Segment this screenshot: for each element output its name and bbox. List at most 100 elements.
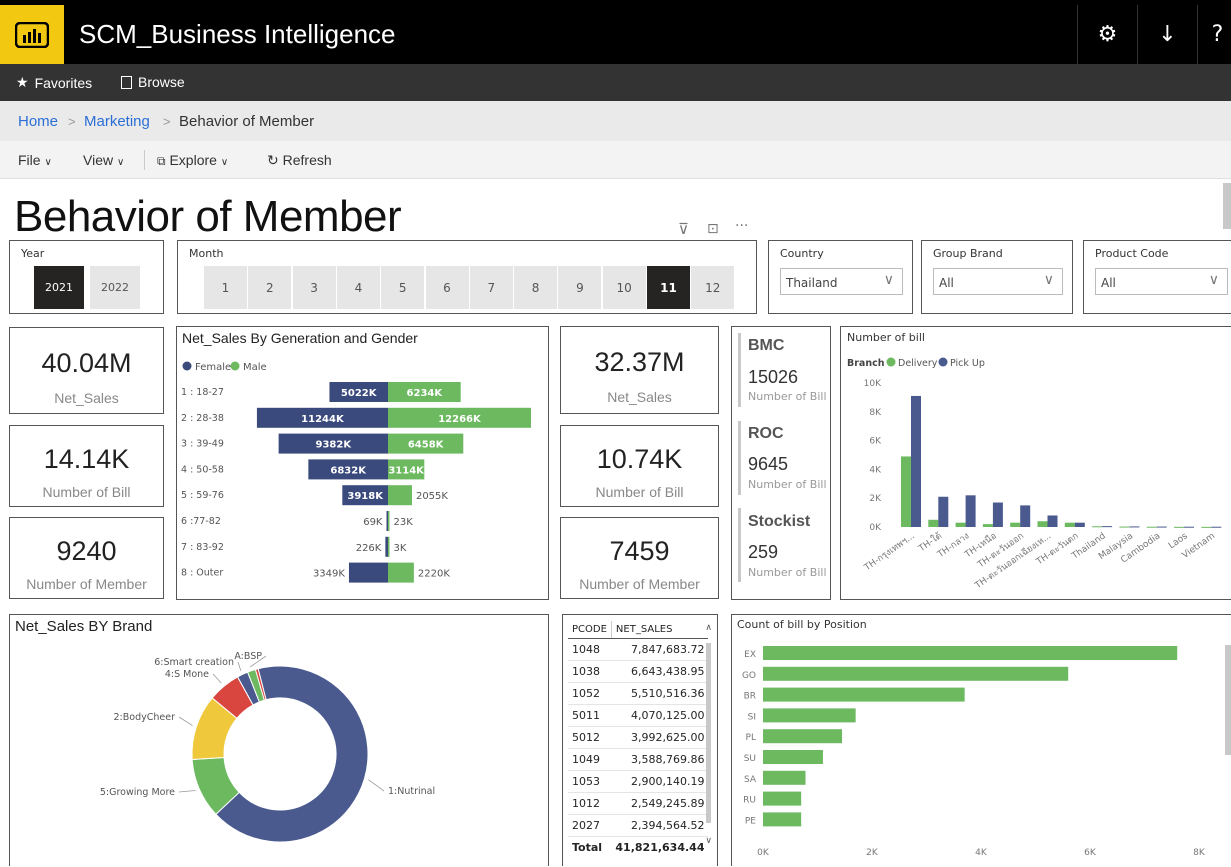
table-row[interactable]: 2027 2,394,564.52	[568, 814, 709, 837]
legend-female-label: Female	[195, 362, 231, 373]
breadcrumb-home[interactable]: Home	[18, 113, 58, 130]
table-row[interactable]: 1053 2,900,140.19	[568, 770, 709, 793]
slice-label: 6:Smart creation	[154, 657, 234, 668]
kpi-label: Number of Bill	[748, 478, 827, 491]
branch-kpi-card: BMC 15026 Number of Bill ROC 9645 Number…	[731, 326, 831, 600]
male-bar	[388, 536, 390, 557]
net-sales-cell: 7,847,683.72	[611, 638, 709, 661]
card-number-of-member: 9240 Number of Member	[9, 517, 164, 599]
month-option-7[interactable]: 7	[469, 266, 513, 309]
country-dropdown[interactable]: Thailand ∨	[780, 268, 903, 295]
month-option-3[interactable]: 3	[292, 266, 336, 309]
table-row[interactable]: 1052 5,510,516.36	[568, 682, 709, 705]
male-data-label: 6458K	[408, 440, 445, 451]
settings-gear-icon[interactable]: ⚙	[1077, 5, 1137, 64]
position-bar	[763, 729, 843, 744]
kpi-label: Number of Bill	[748, 566, 827, 579]
table-row[interactable]: 1049 3,588,769.86	[568, 748, 709, 771]
x-tick-label: 6K	[1084, 848, 1097, 858]
pickup-bar	[1129, 526, 1140, 528]
download-icon[interactable]: ↓	[1137, 5, 1197, 64]
female-bar	[386, 511, 388, 531]
category-label: 2 : 28-38	[181, 413, 224, 424]
month-option-1[interactable]: 1	[204, 266, 247, 309]
legend-male-label: Male	[243, 362, 267, 373]
table-row[interactable]: 5012 3,992,625.00	[568, 726, 709, 749]
legend-title: Branch	[847, 358, 885, 369]
card-value: 10.74K	[596, 444, 683, 474]
filter-icon[interactable]: ⊽	[678, 220, 689, 238]
table-row[interactable]: 5011 4,070,125.00	[568, 704, 709, 727]
table-row[interactable]: 1038 6,643,438.95	[568, 660, 709, 683]
group-brand-dropdown[interactable]: All ∨	[933, 268, 1063, 295]
delivery-bar	[1201, 526, 1212, 528]
year-option-2022[interactable]: 2022	[90, 266, 140, 309]
male-bar	[388, 485, 412, 506]
browse-link[interactable]: Browse	[121, 74, 185, 90]
y-tick-label: BR	[744, 692, 756, 702]
powerbi-logo[interactable]	[0, 5, 64, 64]
pcode-cell: 2027	[568, 814, 612, 837]
month-option-5[interactable]: 5	[381, 266, 425, 309]
table-row[interactable]: 1012 2,549,245.89	[568, 792, 709, 815]
legend-pickup-label: Pick Up	[950, 358, 985, 369]
position-bar	[763, 687, 965, 702]
position-bar	[763, 750, 823, 764]
country-slicer: Country Thailand ∨	[768, 240, 913, 314]
delivery-bar	[1174, 526, 1184, 528]
y-tick-label: EX	[744, 650, 756, 660]
year-option-2021[interactable]: 2021	[34, 266, 84, 309]
more-options-icon[interactable]: ···	[735, 218, 748, 234]
year-slicer-label: Year	[21, 247, 45, 260]
explore-menu[interactable]: ⧉ Explore ∨	[157, 152, 228, 169]
column-header-net-sales[interactable]: NET_SALES	[610, 621, 709, 639]
app-header: SCM_Business Intelligence ⚙ ↓ ?	[0, 0, 1231, 64]
pickup-bar	[992, 502, 1003, 527]
breadcrumb-marketing[interactable]: Marketing	[84, 113, 150, 130]
month-option-9[interactable]: 9	[558, 266, 602, 309]
x-tick-label: 2K	[866, 848, 879, 858]
product-code-dropdown[interactable]: All ∨	[1095, 268, 1228, 295]
scroll-down-icon[interactable]: ∨	[705, 836, 712, 846]
month-option-2[interactable]: 2	[248, 266, 292, 309]
view-menu[interactable]: View ∨	[83, 152, 124, 168]
kpi-accent-bar	[738, 421, 741, 495]
male-bar	[388, 562, 414, 583]
slice-label: 4:S Mone	[165, 669, 209, 680]
month-option-6[interactable]: 6	[425, 266, 469, 309]
pcode-cell: 1053	[568, 770, 612, 793]
y-tick-label: PE	[745, 816, 756, 826]
slice-label: 2:BodyCheer	[114, 712, 176, 723]
explore-icon: ⧉	[157, 154, 166, 168]
pcode-table: PCODE NET_SALES 1048 7,847,683.72 1038 6,643,…	[568, 621, 709, 859]
help-icon[interactable]: ?	[1197, 5, 1231, 64]
country-slicer-label: Country	[780, 247, 824, 260]
kpi-value: 9645	[748, 454, 789, 474]
month-option-8[interactable]: 8	[514, 266, 558, 309]
male-data-label: 3114K	[388, 465, 425, 476]
category-label: 6 :77-82	[181, 516, 221, 527]
column-header-pcode[interactable]: PCODE	[568, 621, 612, 639]
table-row[interactable]: 1048 7,847,683.72	[568, 638, 709, 661]
net-sales-cell: 3,588,769.86	[611, 748, 709, 771]
month-option-4[interactable]: 4	[336, 266, 380, 309]
month-option-11[interactable]: 11	[647, 266, 690, 309]
focus-mode-icon[interactable]: ⊡	[707, 221, 719, 237]
file-menu[interactable]: File ∨	[18, 152, 52, 168]
favorites-link[interactable]: ★ Favorites	[16, 74, 92, 91]
female-data-label: 3918K	[347, 491, 384, 502]
delivery-bar	[1092, 526, 1103, 528]
chart-scrollbar[interactable]	[1225, 645, 1231, 755]
refresh-button[interactable]: ↻ Refresh	[267, 152, 332, 169]
scroll-up-icon[interactable]: ∧	[705, 623, 712, 633]
month-option-12[interactable]: 12	[691, 266, 735, 309]
page-scrollbar[interactable]	[1223, 183, 1231, 229]
month-option-10[interactable]: 10	[602, 266, 646, 309]
card-label: Number of Bill	[595, 484, 684, 500]
group-brand-value: All	[939, 276, 954, 290]
position-bar	[763, 812, 802, 827]
y-tick-label: SI	[748, 712, 756, 722]
table-scrollbar[interactable]	[706, 643, 711, 823]
kpi-value: 259	[748, 542, 779, 562]
chart-title: Net_Sales BY Brand	[15, 618, 153, 635]
